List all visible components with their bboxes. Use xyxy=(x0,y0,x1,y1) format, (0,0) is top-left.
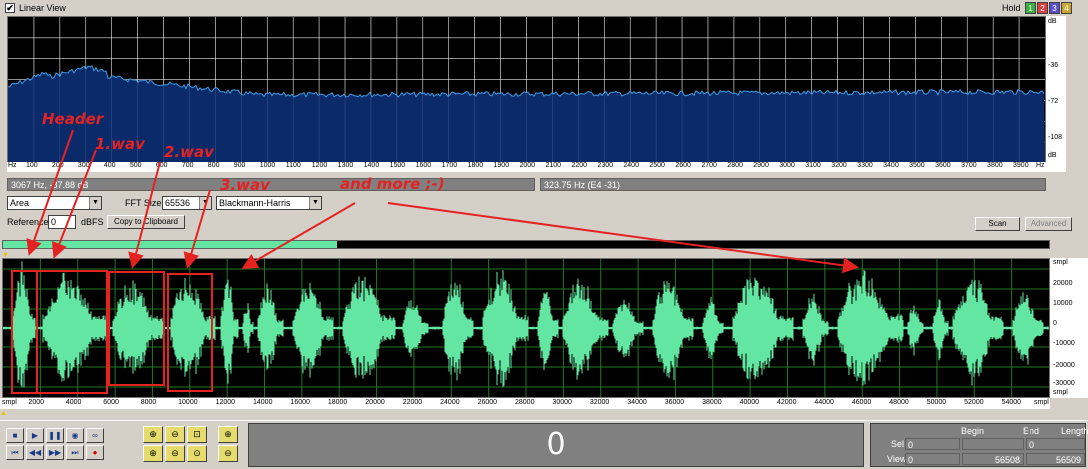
record-button[interactable]: ● xyxy=(86,445,104,460)
sel-label: Sel xyxy=(891,439,905,449)
pause-button[interactable]: ❚❚ xyxy=(46,428,64,443)
goto-start-button[interactable]: ⏮ xyxy=(6,445,24,460)
zoom-vertical-out-icon: ⊖ xyxy=(224,448,232,458)
wav3-annotation: 3.wav xyxy=(220,176,270,194)
loop-icon: ∞ xyxy=(92,431,98,440)
end-header: End xyxy=(1023,426,1040,436)
zoom-previous-icon: ⊖ xyxy=(171,448,179,458)
sel-end-value[interactable] xyxy=(962,438,1024,450)
zoom-in-button[interactable]: ⊕ xyxy=(143,426,163,443)
zoom-in-icon: ⊕ xyxy=(149,429,157,439)
zoom-selection-button[interactable]: ⊡ xyxy=(187,426,207,443)
wav2-arrow xyxy=(128,161,161,269)
begin-header: Begin xyxy=(961,426,985,436)
wav2-region-box xyxy=(108,271,165,386)
play-selection-icon: ◉ xyxy=(71,431,79,440)
zoom-out-button[interactable]: ⊖ xyxy=(165,426,185,443)
annotation-overlay xyxy=(11,129,859,394)
goto-end-icon: ⏭ xyxy=(71,448,79,457)
goto-end-button[interactable]: ⏭ xyxy=(66,445,84,460)
header-arrow xyxy=(26,129,74,256)
time-counter: 0 xyxy=(248,423,864,467)
header-annotation: Header xyxy=(42,110,104,128)
goto-start-icon: ⏮ xyxy=(11,448,19,457)
zoom-full-button[interactable]: ⊕ xyxy=(143,445,163,462)
fast-forward-icon: ▶▶ xyxy=(48,448,62,457)
zoom-fit-icon: ⊙ xyxy=(193,448,201,458)
wav1-annotation: 1.wav xyxy=(95,135,145,153)
wav1-region-box xyxy=(36,270,108,394)
length-header: Length xyxy=(1061,426,1088,436)
wave-editor-window: ✔ Linear View Hold 1 2 3 4 dB -36 -72 -108 d… xyxy=(0,0,1088,469)
view-end-value[interactable]: 56508 xyxy=(962,453,1024,465)
zoom-vertical-in-icon: ⊕ xyxy=(224,429,232,439)
stop-button[interactable]: ■ xyxy=(6,428,24,443)
play-icon: ▶ xyxy=(31,431,39,440)
zoom-previous-button[interactable]: ⊖ xyxy=(165,445,185,462)
sel-length-value[interactable]: 0 xyxy=(1026,438,1085,450)
view-begin-value[interactable]: 0 xyxy=(905,453,960,465)
view-label: View xyxy=(887,454,907,464)
zoom-vertical-out-button[interactable]: ⊖ xyxy=(218,445,238,462)
pause-icon: ❚❚ xyxy=(48,431,62,440)
play-button[interactable]: ▶ xyxy=(26,428,44,443)
more-arrow-left xyxy=(241,202,356,270)
zoom-full-icon: ⊕ xyxy=(149,448,157,458)
record-icon: ● xyxy=(92,448,98,457)
fast-forward-button[interactable]: ▶▶ xyxy=(46,445,64,460)
zoom-out-icon: ⊖ xyxy=(171,429,179,439)
loop-button[interactable]: ∞ xyxy=(86,428,104,443)
play-selection-button[interactable]: ◉ xyxy=(66,428,84,443)
view-length-value[interactable]: 56509 xyxy=(1026,453,1085,465)
zoom-fit-button[interactable]: ⊙ xyxy=(187,445,207,462)
header-region-box xyxy=(11,270,38,394)
rewind-icon: ◀◀ xyxy=(28,448,42,457)
wav2-annotation: 2.wav xyxy=(164,143,214,161)
sel-begin-value[interactable]: 0 xyxy=(905,438,960,450)
rewind-button[interactable]: ◀◀ xyxy=(26,445,44,460)
wav3-arrow xyxy=(183,189,211,269)
selection-info-panel: Begin End Length Sel 0 0 View 0 56508 56… xyxy=(870,423,1088,467)
zoom-vertical-in-button[interactable]: ⊕ xyxy=(218,426,238,443)
more-arrow-right xyxy=(387,202,859,274)
wav3-region-box xyxy=(167,273,213,392)
zoom-selection-icon: ⊡ xyxy=(193,429,201,439)
stop-icon: ■ xyxy=(12,431,18,440)
more-annotation: and more ;-) xyxy=(340,175,445,193)
spacer xyxy=(1028,425,1030,437)
